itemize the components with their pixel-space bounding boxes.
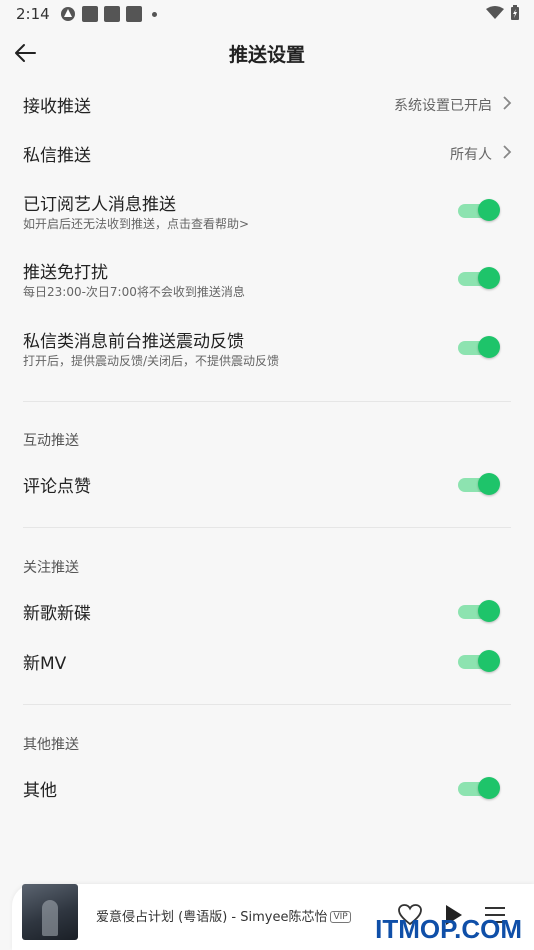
artist-push-row: 已订阅艺人消息推送 如开启后还无法收到推送，点击查看帮助>: [0, 188, 534, 238]
status-bar: 2:14: [0, 0, 534, 28]
dm-vibrate-label: 私信类消息前台推送震动反馈: [23, 332, 244, 352]
notification-icon: [82, 6, 98, 22]
song-title: 爱意侵占计划 (粤语版) - Simyee陈芯怡: [96, 910, 328, 925]
battery-icon: [511, 5, 519, 20]
other-toggle[interactable]: [458, 776, 500, 800]
watermark: ITMOP.COM: [375, 914, 522, 944]
receive-push-value: 系统设置已开启: [394, 98, 492, 114]
section-title-follow: 关注推送: [23, 560, 79, 576]
other-row: 其他: [0, 774, 534, 804]
now-playing-text[interactable]: 爱意侵占计划 (粤语版) - Simyee陈芯怡 VIP: [96, 906, 351, 925]
dm-vibrate-description: 打开后，提供震动反馈/关闭后，不提供震动反馈: [23, 354, 280, 368]
dm-push-value: 所有人: [450, 147, 492, 163]
new-mv-toggle[interactable]: [458, 649, 500, 673]
dnd-label: 推送免打扰: [23, 263, 108, 283]
artist-push-help-link[interactable]: 如开启后还无法收到推送，点击查看帮助>: [23, 215, 249, 232]
comment-like-label: 评论点赞: [23, 477, 91, 497]
notification-icon: [104, 6, 120, 22]
dm-push-row[interactable]: 私信推送 所有人: [0, 137, 534, 171]
more-notifications-icon: [152, 11, 157, 17]
divider: [23, 527, 511, 528]
new-mv-label: 新MV: [23, 654, 67, 674]
chevron-right-icon: [503, 145, 512, 159]
new-songs-row: 新歌新碟: [0, 597, 534, 627]
status-time: 2:14: [16, 5, 50, 23]
app-header: 推送设置: [0, 32, 534, 74]
new-songs-toggle[interactable]: [458, 599, 500, 623]
wifi-icon: [486, 6, 504, 19]
album-cover[interactable]: [22, 884, 78, 940]
dnd-row: 推送免打扰 每日23:00-次日7:00将不会收到推送消息: [0, 256, 534, 306]
artist-push-toggle[interactable]: [458, 198, 500, 222]
artist-push-label: 已订阅艺人消息推送: [23, 195, 176, 215]
divider: [23, 704, 511, 705]
vip-badge: VIP: [330, 911, 351, 923]
section-title-interaction: 互动推送: [23, 433, 79, 449]
receive-push-row[interactable]: 接收推送 系统设置已开启: [0, 88, 534, 122]
app-notification-icon: [61, 7, 75, 21]
comment-like-row: 评论点赞: [0, 470, 534, 500]
chevron-right-icon: [503, 96, 512, 110]
divider: [23, 401, 511, 402]
section-title-other: 其他推送: [23, 737, 79, 753]
new-songs-label: 新歌新碟: [23, 604, 91, 624]
comment-like-toggle[interactable]: [458, 472, 500, 496]
new-mv-row: 新MV: [0, 647, 534, 677]
dm-vibrate-toggle[interactable]: [458, 335, 500, 359]
dnd-toggle[interactable]: [458, 266, 500, 290]
notification-icon: [126, 6, 142, 22]
receive-push-label: 接收推送: [23, 97, 91, 117]
dm-vibrate-row: 私信类消息前台推送震动反馈 打开后，提供震动反馈/关闭后，不提供震动反馈: [0, 325, 534, 375]
page-title: 推送设置: [228, 44, 305, 66]
notification-icons: [60, 6, 157, 22]
dnd-description: 每日23:00-次日7:00将不会收到推送消息: [23, 285, 245, 299]
other-label: 其他: [23, 781, 57, 801]
dm-push-label: 私信推送: [23, 146, 91, 166]
system-icons: [486, 5, 520, 21]
